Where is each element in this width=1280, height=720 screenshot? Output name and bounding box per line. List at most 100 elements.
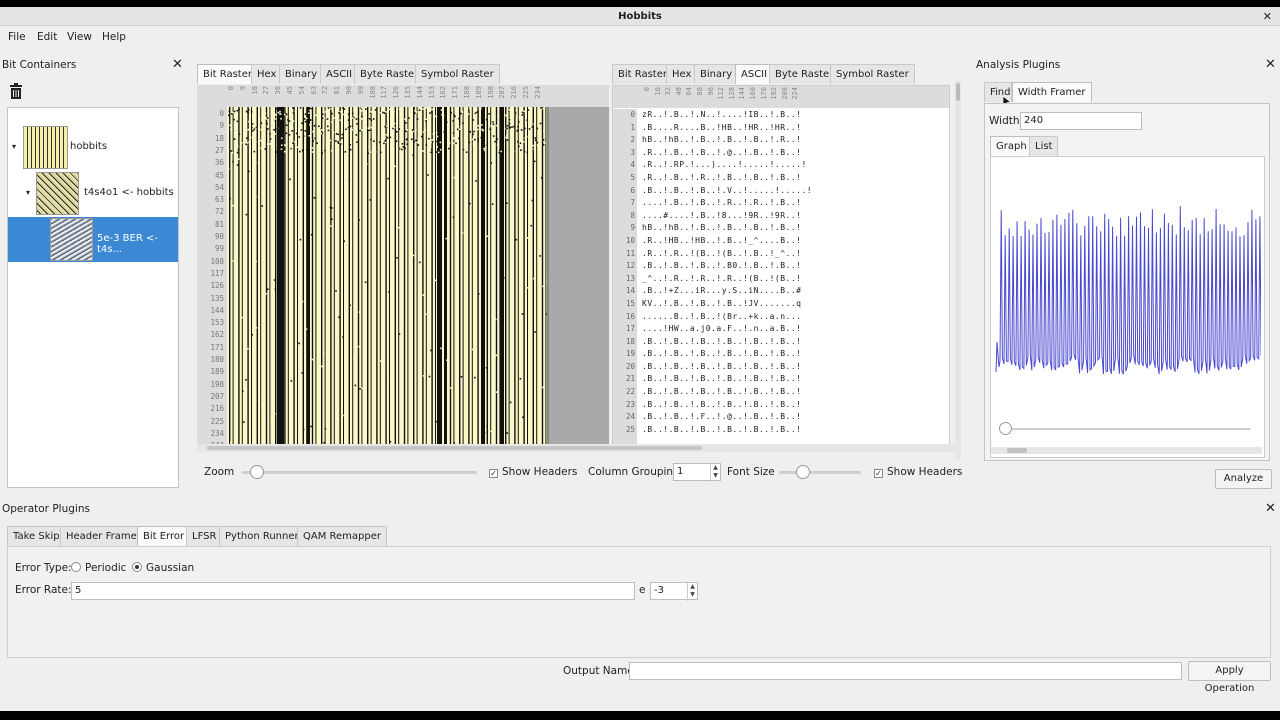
bit-raster-view[interactable]: 0 9 18 27 36 45 54 63 72 81 90 99 108 117 126 135 144 153… [197,85,609,446]
ascii-view[interactable]: 0 16 32 48 64 80 96 112 128 144 160 176 192 208 224 01… [612,85,950,446]
column-header-label: 160 [749,87,757,100]
tab-hex[interactable]: Hex [666,64,698,84]
raster-bit [319,377,321,379]
tree-item-hobbits[interactable]: ▾ hobbits [8,125,178,170]
column-header-label: 16 [653,87,662,96]
raster-stripe [348,107,350,446]
radio-gaussian[interactable]: Gaussian [132,562,194,574]
menu-view[interactable]: View [67,31,92,43]
tab-graph[interactable]: Graph [990,136,1033,156]
window-close-icon[interactable]: ✕ [1263,7,1272,26]
scrollbar-thumb[interactable] [956,83,960,101]
width-input[interactable]: 240 [1020,112,1142,130]
checkbox-checked-icon[interactable]: ✓ [874,469,883,478]
ascii-row: _^..!.R..!.R..!.R..!(B..!(B..! [642,273,802,283]
raster-bit [355,134,358,136]
column-grouping-spinbox[interactable]: 1 ▲ ▼ [673,463,721,482]
tab-symbol-raster[interactable]: Symbol Raster [830,64,915,84]
tab-bit-error[interactable]: Bit Error [137,526,191,546]
raster-bit [379,360,382,362]
raster-bit [411,118,413,121]
horizontal-scrollbar[interactable] [197,444,955,452]
radio-unchecked-icon[interactable] [71,562,81,572]
tab-python-runner[interactable]: Python Runner [219,526,305,546]
raster-bit [260,139,262,142]
radio-checked-icon[interactable] [132,562,142,572]
font-size-slider-handle[interactable] [796,465,810,479]
menu-edit[interactable]: Edit [37,31,57,43]
raster-bit [347,113,350,115]
spin-arrows-icon[interactable]: ▲ ▼ [687,583,697,601]
show-headers-left[interactable]: ✓ Show Headers [489,466,577,478]
raster-bit [361,115,363,118]
tab-byte-raster[interactable]: Byte Raster [354,64,425,84]
error-rate-input[interactable]: 5 [71,582,635,600]
scrollbar-thumb[interactable] [207,446,702,450]
tab-lfsr[interactable]: LFSR [186,526,223,546]
font-size-slider[interactable] [779,471,861,474]
apply-operation-button[interactable]: Apply Operation [1188,661,1271,694]
checkbox-checked-icon[interactable]: ✓ [489,469,498,478]
tab-byte-raster[interactable]: Byte Raster [769,64,840,84]
vertical-scrollbar[interactable] [955,81,961,459]
radio-periodic[interactable]: Periodic [71,562,126,574]
tab-ascii[interactable]: ASCII [735,64,774,84]
raster-bit [448,142,451,144]
expand-arrow-icon[interactable]: ▾ [26,188,30,197]
tab-symbol-raster[interactable]: Symbol Raster [415,64,500,84]
raster-bit [336,435,339,438]
ascii-row: .B..!.B..!.B..!.B..!.B..!.B..! [642,361,802,371]
show-headers-right[interactable]: ✓ Show Headers [874,466,962,478]
tree-item-t4s4o1[interactable]: ▾ t4s4o1 <- hobbits [8,171,178,216]
raster-bit [465,151,468,154]
raster-stripe [284,107,286,446]
ascii-row: ....#....!.B..!8...!9R..!9R..! [642,210,802,220]
tab-header-framer[interactable]: Header Framer [60,526,147,546]
tab-bit-raster[interactable]: Bit Raster [612,64,673,84]
output-name-input[interactable] [629,662,1182,680]
tab-binary[interactable]: Binary [694,64,739,84]
bit-error-panel: Error Type: Periodic Gaussian Error Rate… [7,546,1271,658]
raster-bit [472,133,474,136]
raster-bit [353,427,356,429]
scrollbar-thumb[interactable] [1007,448,1027,453]
bit-containers-close-icon[interactable]: ✕ [172,58,183,71]
raster-stripe [238,107,240,446]
tab-list[interactable]: List [1029,136,1059,156]
raster-bit [480,107,482,110]
raster-stripe [435,107,436,446]
tab-hex[interactable]: Hex [251,64,283,84]
tree-item-5e-3-ber[interactable]: 5e-3 BER <- t4s... [8,217,178,262]
tab-binary[interactable]: Binary [279,64,324,84]
graph-hscrollbar[interactable] [991,447,1262,454]
raster-bit [543,129,545,132]
zoom-slider[interactable] [242,471,477,474]
analyze-button[interactable]: Analyze [1215,469,1272,489]
operator-plugins-close-icon[interactable]: ✕ [1265,502,1276,515]
exponent-spinbox[interactable]: -3 ▲ ▼ [650,582,698,601]
tab-ascii[interactable]: ASCII [320,64,359,84]
tab-qam-remapper[interactable]: QAM Remapper [297,526,387,546]
raster-bit [390,123,393,126]
tab-width-framer[interactable]: Width Framer [1012,82,1092,102]
raster-bit [300,129,303,131]
raster-bit [338,112,340,114]
trash-icon[interactable] [9,83,23,99]
raster-stripe [500,107,504,446]
row-header-label: 9 [219,121,224,131]
tab-take-skip[interactable]: Take Skip [7,526,66,546]
menu-help[interactable]: Help [102,31,126,43]
raster-bit [378,141,381,144]
menu-file[interactable]: File [8,31,26,43]
analysis-plugins-close-icon[interactable]: ✕ [1265,58,1276,71]
raster-stripe [449,107,452,446]
graph-slider[interactable] [1005,428,1251,430]
spin-arrows-icon[interactable]: ▲ ▼ [710,464,720,482]
ascii-row: ....!HW..a.j0.a.F..!.n..a.B..! [642,324,802,334]
raster-bit [400,374,402,377]
tab-bit-raster[interactable]: Bit Raster [197,64,258,84]
zoom-slider-handle[interactable] [250,465,264,479]
graph-slider-handle[interactable] [999,422,1012,435]
expand-arrow-icon[interactable]: ▾ [12,142,16,151]
raster-bit [424,129,427,132]
